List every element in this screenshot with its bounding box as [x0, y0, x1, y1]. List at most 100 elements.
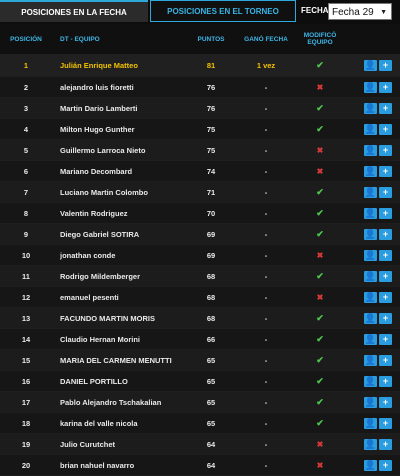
add-button[interactable]: +: [379, 291, 392, 303]
user-icon-button[interactable]: 👤: [364, 249, 377, 261]
row-modifico: ✔: [296, 224, 344, 244]
add-button[interactable]: +: [379, 207, 392, 219]
add-button[interactable]: +: [379, 270, 392, 282]
user-icon-button[interactable]: 👤: [364, 102, 377, 114]
add-button[interactable]: +: [379, 186, 392, 198]
add-button[interactable]: +: [379, 144, 392, 156]
row-points: 74: [206, 166, 216, 176]
row-position: 8: [23, 208, 29, 218]
row-position: 9: [23, 229, 29, 239]
user-icon-button[interactable]: 👤: [364, 270, 377, 282]
add-button[interactable]: +: [379, 417, 392, 429]
row-gano-fecha: -: [264, 271, 268, 281]
row-gano-fecha: -: [264, 250, 268, 260]
row-position: 12: [21, 292, 31, 302]
row-points: 65: [206, 418, 216, 428]
header-modifico-equipo: MODIFICÓ EQUIPO: [303, 32, 337, 46]
table-row: 2 alejandro luis fioretti 76 - ✖ 👤 +: [0, 77, 400, 98]
row-actions: 👤 +: [360, 77, 396, 97]
row-team-name: Luciano Martin Colombo: [60, 187, 148, 197]
cross-icon: ✖: [316, 292, 324, 302]
user-icon-button[interactable]: 👤: [364, 291, 377, 303]
add-button[interactable]: +: [379, 59, 392, 71]
add-button[interactable]: +: [379, 249, 392, 261]
row-team-name: Julio Curutchet: [60, 439, 116, 449]
check-icon: ✔: [316, 333, 324, 344]
row-points: 68: [206, 271, 216, 281]
user-icon-button[interactable]: 👤: [364, 81, 377, 93]
user-icon-button[interactable]: 👤: [364, 438, 377, 450]
add-button[interactable]: +: [379, 312, 392, 324]
user-icon-button[interactable]: 👤: [364, 417, 377, 429]
add-button[interactable]: +: [379, 459, 392, 471]
user-icon-button[interactable]: 👤: [364, 144, 377, 156]
row-position: 16: [21, 376, 31, 386]
row-modifico: ✔: [296, 308, 344, 328]
user-icon-button[interactable]: 👤: [364, 375, 377, 387]
add-button[interactable]: +: [379, 375, 392, 387]
fecha-select[interactable]: Fecha 29 ▼: [328, 3, 392, 20]
row-team-name: brian nahuel navarro: [60, 460, 135, 470]
check-icon: ✔: [316, 375, 324, 386]
add-button[interactable]: +: [379, 333, 392, 345]
tab-posiciones-torneo[interactable]: POSICIONES EN EL TORNEO: [150, 0, 296, 22]
row-modifico: ✖: [296, 287, 344, 307]
tab-posiciones-fecha[interactable]: POSICIONES EN LA FECHA: [0, 0, 148, 22]
row-gano-fecha: -: [264, 376, 268, 386]
row-modifico: ✖: [296, 245, 344, 265]
table-row: 20 brian nahuel navarro 64 - ✖ 👤 +: [0, 455, 400, 476]
user-icon-button[interactable]: 👤: [364, 165, 377, 177]
user-icon-button[interactable]: 👤: [364, 354, 377, 366]
row-team-name: Rodrigo Mildemberger: [60, 271, 141, 281]
user-icon-button[interactable]: 👤: [364, 312, 377, 324]
row-modifico: ✔: [296, 119, 344, 139]
table-row: 10 jonathan conde 69 - ✖ 👤 +: [0, 245, 400, 266]
cross-icon: ✖: [316, 145, 324, 155]
check-icon: ✔: [316, 417, 324, 428]
add-button[interactable]: +: [379, 396, 392, 408]
row-position: 19: [21, 439, 31, 449]
row-gano-fecha: -: [264, 166, 268, 176]
user-icon-button[interactable]: 👤: [364, 207, 377, 219]
row-position: 17: [21, 397, 31, 407]
row-actions: 👤 +: [360, 224, 396, 244]
row-points: 70: [206, 208, 216, 218]
add-button[interactable]: +: [379, 438, 392, 450]
row-actions: 👤 +: [360, 413, 396, 433]
table-row: 19 Julio Curutchet 64 - ✖ 👤 +: [0, 434, 400, 455]
row-modifico: ✖: [296, 161, 344, 181]
add-button[interactable]: +: [379, 228, 392, 240]
row-actions: 👤 +: [360, 203, 396, 223]
row-modifico: ✖: [296, 455, 344, 475]
row-position: 3: [23, 103, 29, 113]
row-modifico: ✔: [296, 203, 344, 223]
user-icon-button[interactable]: 👤: [364, 459, 377, 471]
add-button[interactable]: +: [379, 354, 392, 366]
row-gano-fecha: -: [264, 397, 268, 407]
user-icon-button[interactable]: 👤: [364, 333, 377, 345]
user-icon-button[interactable]: 👤: [364, 123, 377, 135]
user-icon-button[interactable]: 👤: [364, 186, 377, 198]
row-gano-fecha: -: [264, 145, 268, 155]
row-modifico: ✔: [296, 413, 344, 433]
header-posicion: POSICIÓN: [10, 35, 42, 43]
row-team-name: Valentin Rodriguez: [60, 208, 128, 218]
user-icon-button[interactable]: 👤: [364, 59, 377, 71]
user-icon-button[interactable]: 👤: [364, 396, 377, 408]
add-button[interactable]: +: [379, 123, 392, 135]
row-points: 65: [206, 355, 216, 365]
row-modifico: ✔: [296, 266, 344, 286]
table-row: 18 karina del valle nicola 65 - ✔ 👤 +: [0, 413, 400, 434]
add-button[interactable]: +: [379, 165, 392, 177]
check-icon: ✔: [316, 59, 324, 70]
row-points: 64: [206, 460, 216, 470]
user-icon-button[interactable]: 👤: [364, 228, 377, 240]
row-points: 64: [206, 439, 216, 449]
check-icon: ✔: [316, 354, 324, 365]
add-button[interactable]: +: [379, 81, 392, 93]
row-team-name: Milton Hugo Gunther: [60, 124, 135, 134]
cross-icon: ✖: [316, 250, 324, 260]
row-gano-fecha: -: [264, 124, 268, 134]
row-actions: 👤 +: [360, 182, 396, 202]
add-button[interactable]: +: [379, 102, 392, 114]
